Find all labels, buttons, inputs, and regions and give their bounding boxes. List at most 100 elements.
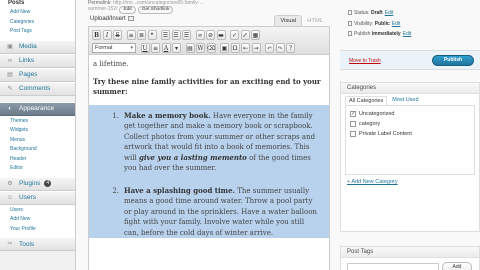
more-tag-button[interactable]: ▬ <box>216 30 226 40</box>
sidebar-item-categories[interactable]: Categories <box>10 18 75 28</box>
visibility-value: Public <box>374 20 390 27</box>
kitchen-sink-button[interactable]: ▦ <box>251 30 260 40</box>
sidebar-item-add-new-post[interactable]: Add New <box>10 8 75 18</box>
list-item-text: Make a memory book. Have everyone in the… <box>124 111 321 174</box>
content-heading: Try these nine family activities for an … <box>93 76 321 96</box>
indent-button[interactable]: ⇥ <box>251 43 261 53</box>
visibility-icon <box>348 20 352 26</box>
align-left-button[interactable]: ☰ <box>161 30 170 40</box>
list-item-number: 2. <box>112 186 119 195</box>
sidebar-item-pages[interactable]: ▤ Pages <box>0 67 75 82</box>
tab-html[interactable]: HTML <box>302 16 328 26</box>
align-right-button[interactable]: ☰ <box>182 30 191 40</box>
tab-most-used[interactable]: Most Used <box>389 96 421 105</box>
color-dropdown-icon[interactable]: ▾ <box>172 43 181 53</box>
publish-actions: Move to Trash Publish <box>340 50 480 70</box>
numbered-list-button[interactable]: ≣ <box>137 30 146 40</box>
italic-button[interactable]: I <box>102 30 112 40</box>
get-shortlink-button[interactable]: Get Shortlink <box>137 6 174 14</box>
selected-text-highlight: 1. Make a memory book. Have everyone in … <box>89 104 329 238</box>
sidebar-item-media[interactable]: ▣ Media <box>0 39 75 54</box>
special-char-button[interactable]: Ω <box>230 43 240 53</box>
visibility-label: Visibility: <box>354 20 374 27</box>
category-checkbox[interactable] <box>350 121 356 127</box>
sidebar-item-label: Tools <box>19 240 35 248</box>
add-new-category-link[interactable]: + Add New Category <box>341 175 479 189</box>
add-tag-button[interactable]: Add <box>442 262 472 270</box>
sidebar-item-widgets[interactable]: Widgets <box>10 126 75 136</box>
outdent-button[interactable]: ⇤ <box>241 43 250 53</box>
sidebar-item-menus[interactable]: Menus <box>10 136 75 146</box>
tab-all-categories[interactable]: All Categories <box>345 96 388 105</box>
sidebar-item-your-profile[interactable]: Your Profile <box>10 225 75 235</box>
justify-button[interactable]: ≡ <box>151 43 160 53</box>
paste-word-button[interactable]: W <box>196 43 205 53</box>
sidebar-item-plugins[interactable]: ⚙ Plugins 4 <box>0 176 75 191</box>
sidebar-item-label: Comments <box>19 85 51 92</box>
publish-time-edit-link[interactable]: Edit <box>403 31 412 37</box>
tab-visual[interactable]: Visual <box>274 15 302 26</box>
visibility-edit-link[interactable]: Edit <box>392 21 401 27</box>
calendar-icon <box>348 31 352 37</box>
sidebar-posts-header[interactable]: Posts <box>8 0 75 8</box>
move-to-trash-link[interactable]: Move to Trash <box>349 58 381 64</box>
editor-content[interactable]: a lifetime. Try these nine family activi… <box>89 55 329 238</box>
users-submenu: Users Add New Your Profile <box>0 204 75 237</box>
plugins-update-badge: 4 <box>44 180 52 187</box>
bullet-list-button[interactable]: ≡ <box>126 30 136 40</box>
paste-text-button[interactable]: ▤ <box>185 43 195 53</box>
fullscreen-button[interactable]: ⤢ <box>240 30 250 40</box>
right-panel: Status: Draft Edit Visibility: Public Edit… <box>340 0 480 270</box>
sidebar-item-background[interactable]: Background <box>10 145 75 155</box>
sidebar-item-header[interactable]: Header <box>10 155 75 165</box>
blockquote-button[interactable]: ❝ <box>147 30 157 40</box>
sidebar-item-all-users[interactable]: Users <box>10 206 75 216</box>
remove-format-button[interactable]: ⌫ <box>206 43 216 53</box>
post-tags-box: Post Tags Add <box>340 246 480 270</box>
publish-button[interactable]: Publish <box>432 55 474 66</box>
add-image-icon[interactable] <box>127 16 134 21</box>
format-select[interactable]: Format <box>92 43 136 53</box>
align-center-button[interactable]: ☰ <box>171 30 181 40</box>
list-item[interactable]: Private Label Content <box>350 129 470 139</box>
categories-title[interactable]: Categories <box>341 83 479 94</box>
unlink-button[interactable]: ⊘ <box>206 30 215 40</box>
editor-toolbar: B I S ≡ ≣ ❝ ☰ ☰ ☰ ∞ ⊘ ▬ ✓ ⤢ ▦ Format U ≡… <box>89 27 329 55</box>
comments-icon: ✎ <box>7 85 13 92</box>
sidebar-item-appearance[interactable]: ◐ Appearance <box>0 101 75 116</box>
link-button[interactable]: ∞ <box>195 30 205 40</box>
edit-permalink-button[interactable]: Edit <box>119 6 136 14</box>
status-edit-link[interactable]: Edit <box>385 10 394 16</box>
sidebar-item-comments[interactable]: ✎ Comments <box>0 81 75 96</box>
sidebar-item-tools[interactable]: ✂ Tools <box>0 237 75 251</box>
category-checkbox[interactable] <box>350 131 356 137</box>
bold-button[interactable]: B <box>92 30 101 40</box>
media-button[interactable]: ▣ <box>220 43 229 53</box>
sidebar-item-label: Media <box>19 43 37 50</box>
post-tags-title[interactable]: Post Tags <box>341 247 479 258</box>
sidebar-item-links[interactable]: ∞ Links <box>0 53 75 68</box>
status-icon <box>348 10 352 16</box>
strikethrough-button[interactable]: S <box>113 30 122 40</box>
text-color-button[interactable]: A <box>161 43 171 53</box>
sidebar-item-users[interactable]: ☺ Users <box>0 190 75 205</box>
appearance-submenu: Themes Widgets Menus Background Header E… <box>0 115 75 177</box>
visibility-line: Visibility: Public Edit <box>340 19 480 30</box>
sidebar-item-label: Appearance <box>19 105 55 112</box>
sidebar-item-post-tags[interactable]: Post Tags <box>10 27 75 37</box>
category-checkbox[interactable]: ✓ <box>350 111 356 117</box>
sidebar-item-themes[interactable]: Themes <box>10 117 75 127</box>
sidebar-item-add-new-user[interactable]: Add New <box>10 215 75 225</box>
spellcheck-button[interactable]: ✓ <box>230 30 239 40</box>
undo-button[interactable]: ↶ <box>265 43 274 53</box>
underline-button[interactable]: U <box>140 43 150 53</box>
sidebar-item-editor[interactable]: Editor <box>10 164 75 174</box>
permalink-slug[interactable]: summer-152/ <box>88 6 117 12</box>
publish-time-label: Publish <box>354 31 371 37</box>
tags-input[interactable] <box>347 263 439 270</box>
list-item-number: 1. <box>112 111 119 120</box>
redo-button[interactable]: ↷ <box>275 43 285 53</box>
list-item[interactable]: category <box>350 119 470 129</box>
list-item[interactable]: ✓ Uncategorized <box>350 109 470 119</box>
help-button[interactable]: ? <box>286 43 295 53</box>
